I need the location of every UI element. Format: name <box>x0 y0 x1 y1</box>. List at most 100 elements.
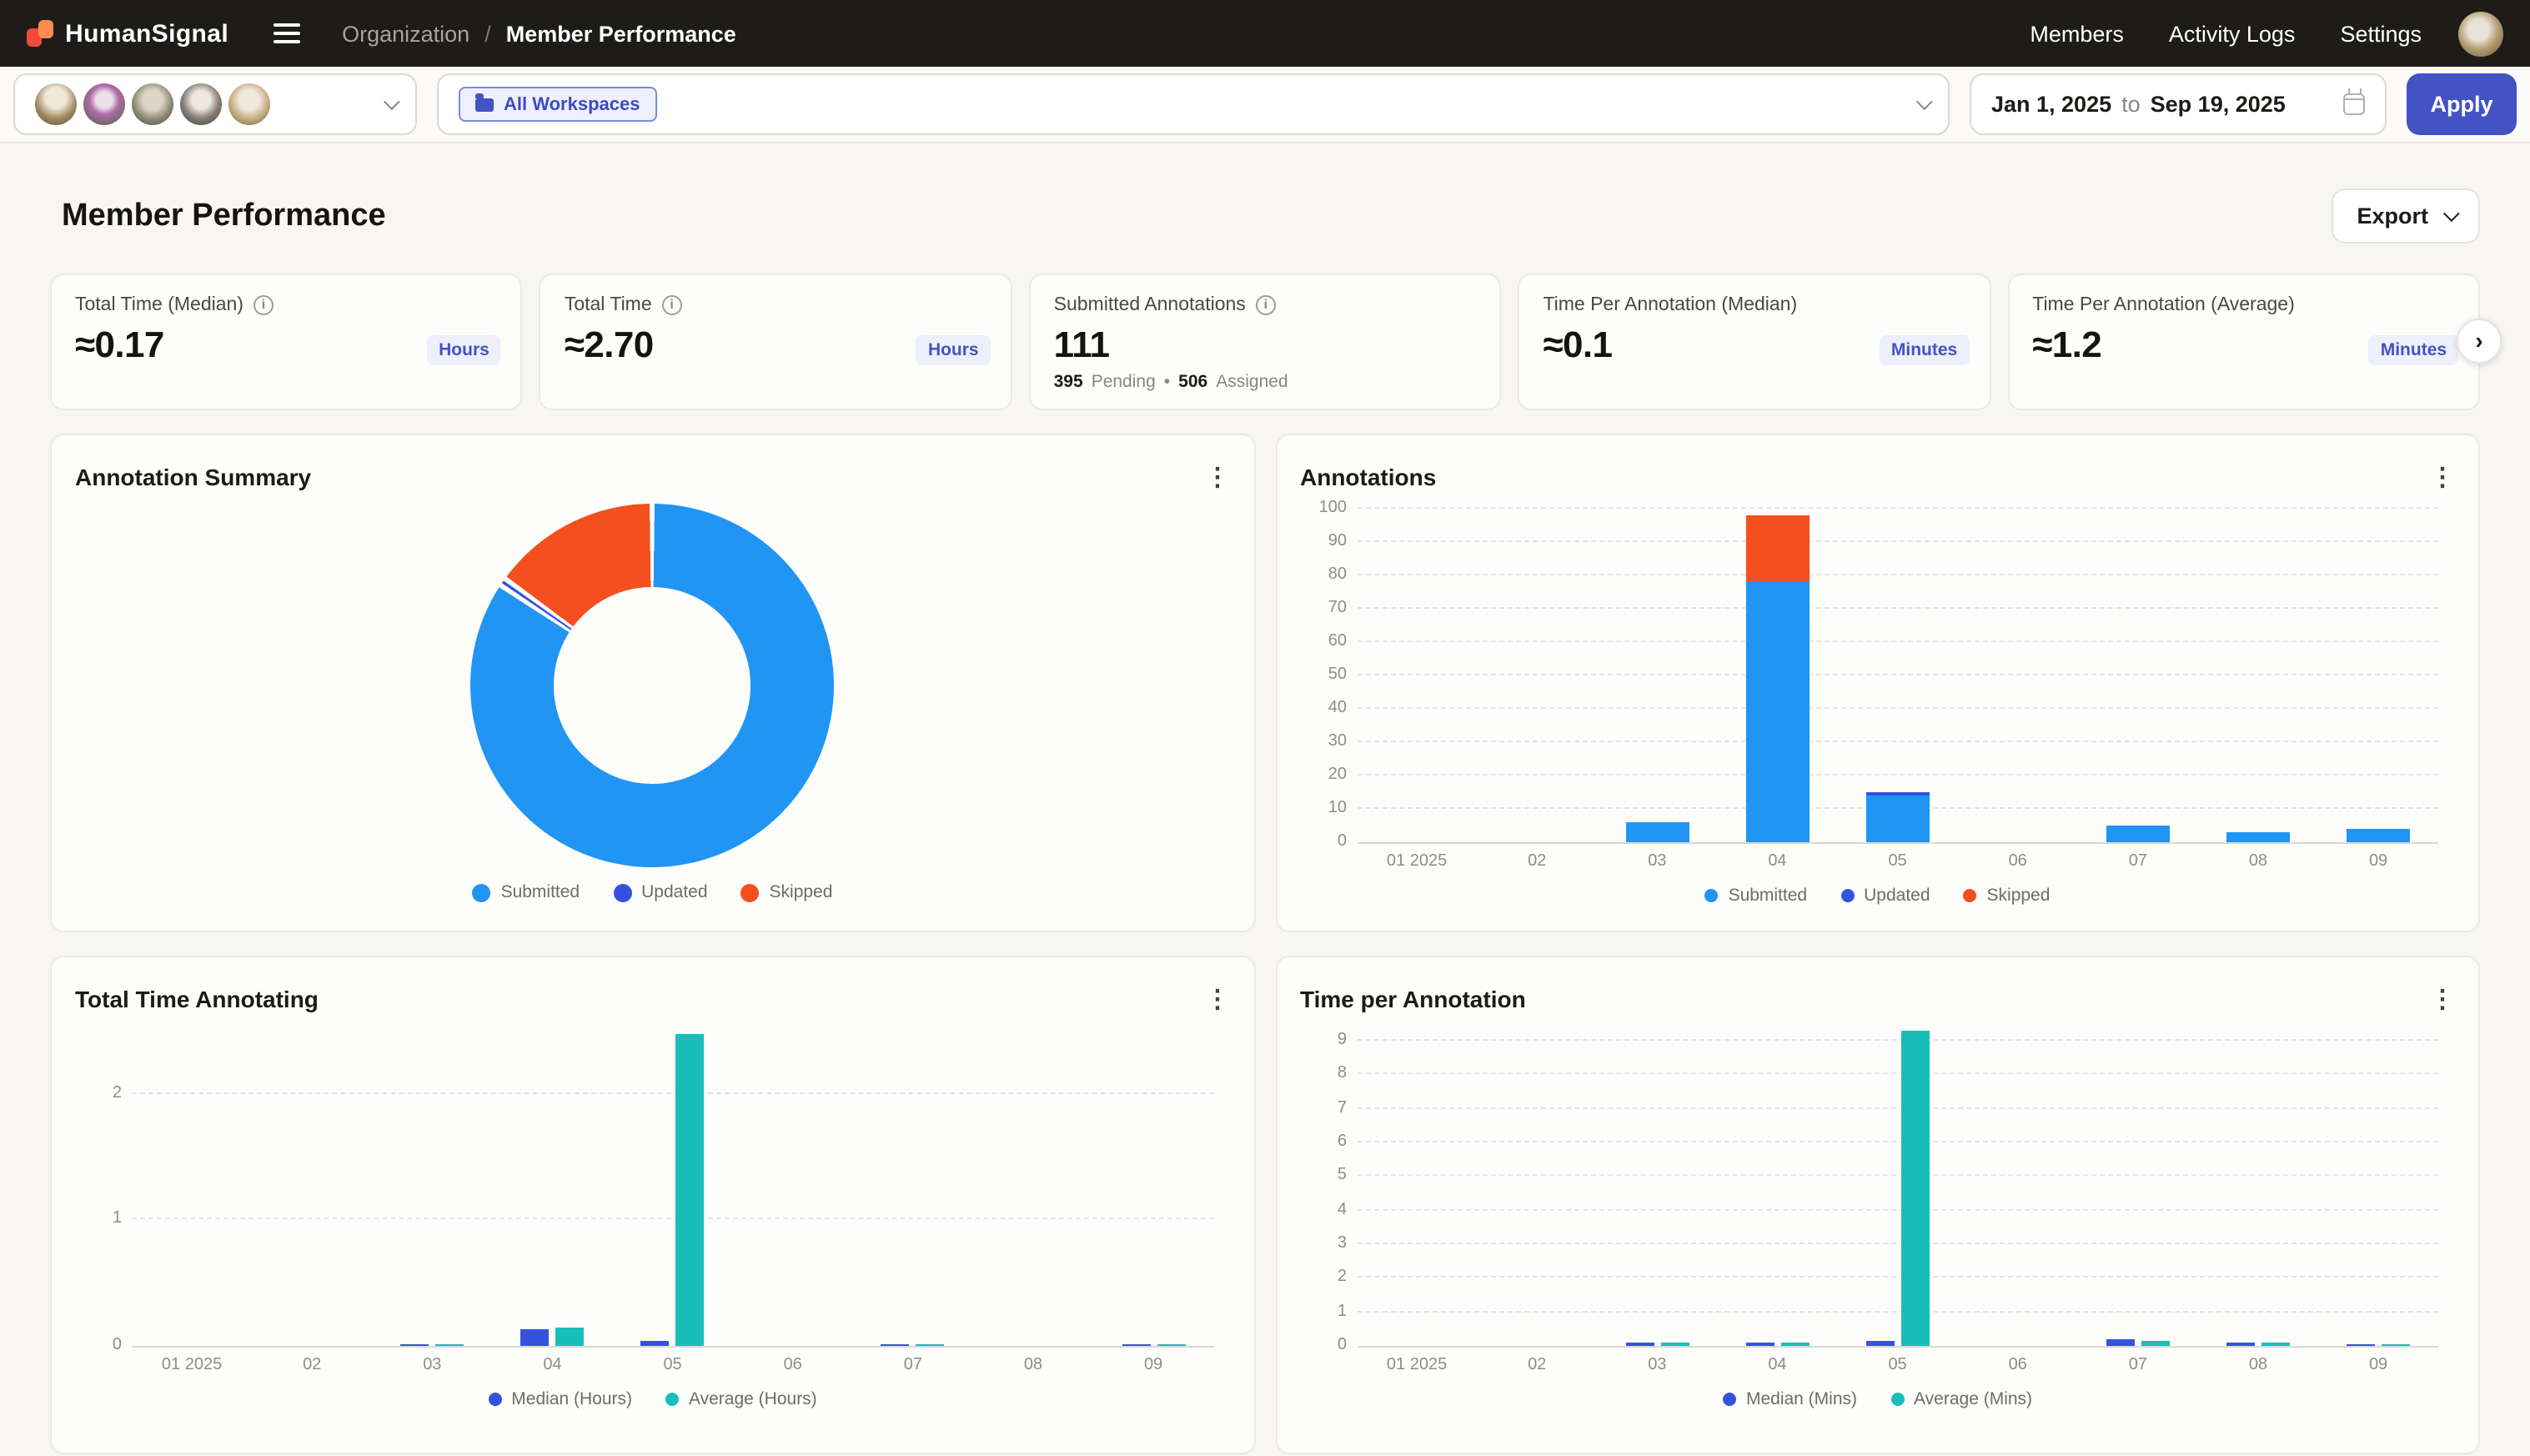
legend-item-submitted[interactable]: Submitted <box>1705 886 1808 906</box>
bar-median-mins <box>2347 1344 2375 1346</box>
bar-slots <box>1357 509 2438 842</box>
x-axis-label: 06 <box>733 1356 853 1374</box>
info-icon[interactable]: i <box>662 295 682 315</box>
chart-plot: 0102030405060708090100 <box>1357 509 2438 844</box>
nav-item-settings[interactable]: Settings <box>2340 21 2422 46</box>
x-axis-label: 04 <box>1717 852 1837 871</box>
breadcrumb-page: Member Performance <box>506 21 736 46</box>
y-axis-label: 0 <box>1300 1338 1347 1354</box>
bar-slot <box>1597 1031 1717 1346</box>
stat-card-value: 111 <box>1054 324 1477 367</box>
donut-chart <box>471 504 835 867</box>
bar-slots <box>132 1031 1213 1346</box>
bar-slot <box>2078 1031 2198 1346</box>
folder-icon <box>475 98 494 111</box>
nav-item-activity-logs[interactable]: Activity Logs <box>2169 21 2296 46</box>
stat-card-time-per-annotation-average: Time Per Annotation (Average)≈1.2Minutes <box>2007 274 2480 410</box>
legend-label: Submitted <box>501 882 580 902</box>
bar-slot <box>1477 1031 1597 1346</box>
legend-item-average-mins[interactable]: Average (Mins) <box>1890 1389 2032 1409</box>
x-axis-label: 09 <box>1093 1356 1213 1374</box>
y-axis-label: 2 <box>1300 1270 1347 1287</box>
stat-card-title-row: Time Per Annotation (Average) <box>2032 295 2455 315</box>
legend-item-skipped[interactable]: Skipped <box>1964 886 2051 906</box>
bar-slot <box>1958 509 2078 842</box>
legend-label: Median (Hours) <box>511 1389 632 1409</box>
member-avatar <box>83 83 125 125</box>
kebab-menu-icon[interactable]: ⋮ <box>2430 987 2455 1012</box>
y-axis-label: 0 <box>1300 834 1347 851</box>
bar-stack <box>1625 509 1689 842</box>
bar-slot <box>1838 1031 1958 1346</box>
logo-orange-square <box>38 20 53 38</box>
x-axis-label: 01 2025 <box>132 1356 252 1374</box>
bar-slot <box>973 1031 1093 1346</box>
bar-slot <box>132 1031 252 1346</box>
user-avatar[interactable] <box>2458 11 2503 56</box>
members-filter-select[interactable] <box>13 73 417 135</box>
humansignal-logo[interactable]: HumanSignal <box>27 19 228 48</box>
bar-segment-submitted <box>2347 829 2410 842</box>
nav-item-members[interactable]: Members <box>2030 21 2124 46</box>
legend-item-updated[interactable]: Updated <box>1840 886 1930 906</box>
legend-item-updated[interactable]: Updated <box>613 882 707 902</box>
stat-footer-part: Assigned <box>1216 372 1288 392</box>
all-workspaces-chip[interactable]: All Workspaces <box>459 87 656 122</box>
bar-slot <box>1597 509 1717 842</box>
bar-slot <box>1357 1031 1477 1346</box>
stat-footer-part: Pending <box>1092 372 1156 392</box>
stat-card-unit-badge: Minutes <box>2369 335 2458 365</box>
bar-stack <box>2226 509 2290 842</box>
charts-grid: Annotation Summary ⋮ SubmittedUpdatedSki… <box>0 410 2530 1454</box>
date-range-input[interactable]: Jan 1, 2025 to Sep 19, 2025 <box>1970 73 2387 135</box>
bar-stack <box>1505 509 1569 842</box>
stat-card-time-per-annotation-median: Time Per Annotation (Median)≈0.1Minutes <box>1518 274 1990 410</box>
legend-item-median-mins[interactable]: Median (Mins) <box>1723 1389 1857 1409</box>
legend-item-submitted[interactable]: Submitted <box>473 882 580 902</box>
kebab-menu-icon[interactable]: ⋮ <box>2430 464 2455 490</box>
x-axis-label: 02 <box>1477 852 1597 871</box>
y-axis-label: 2 <box>75 1086 122 1102</box>
apply-button[interactable]: Apply <box>2407 73 2517 135</box>
bar-slot <box>252 1031 372 1346</box>
info-icon[interactable]: i <box>254 295 274 315</box>
bar-slot <box>1357 509 1477 842</box>
y-axis-label: 60 <box>1300 634 1347 650</box>
stat-card-title: Total Time <box>565 295 652 315</box>
y-axis-label: 6 <box>1300 1134 1347 1151</box>
x-axis-label: 03 <box>1597 852 1717 871</box>
legend-item-median-hours[interactable]: Median (Hours) <box>488 1389 632 1409</box>
kebab-menu-icon[interactable]: ⋮ <box>1205 987 1230 1012</box>
stat-cards-next-button[interactable]: › <box>2457 319 2502 364</box>
bar-median-mins <box>1625 1342 1654 1346</box>
bar-stack <box>1866 509 1930 842</box>
breadcrumb-organization[interactable]: Organization <box>342 21 469 46</box>
x-axis-label: 03 <box>372 1356 492 1374</box>
legend-label: Average (Mins) <box>1914 1389 2032 1409</box>
export-button[interactable]: Export <box>2332 188 2480 244</box>
date-to: Sep 19, 2025 <box>2151 92 2286 117</box>
bar-median-mins <box>1866 1340 1895 1346</box>
stat-card-total-time-median: Total Time (Median)i≈0.17Hours <box>50 274 523 410</box>
x-axis-label: 09 <box>2318 852 2438 871</box>
stat-card-submitted-annotations: Submitted Annotationsi111395Pending•506A… <box>1029 274 1502 410</box>
time-per-annotation-card: Time per Annotation ⋮ 012345678901 20250… <box>1275 956 2480 1454</box>
y-axis-label: 8 <box>1300 1067 1347 1083</box>
legend-item-skipped[interactable]: Skipped <box>741 882 833 902</box>
kebab-menu-icon[interactable]: ⋮ <box>1205 464 1230 490</box>
workspaces-filter-select[interactable]: All Workspaces <box>437 73 1950 135</box>
time-per-annotation-chart: 012345678901 20250203040506070809Median … <box>1300 1031 2455 1409</box>
legend-dot <box>665 1393 679 1406</box>
calendar-icon[interactable] <box>2343 93 2365 115</box>
info-icon[interactable]: i <box>1256 295 1276 315</box>
member-filter-avatars <box>35 83 277 125</box>
bar-average-mins <box>1901 1031 1930 1346</box>
bar-median-mins <box>2106 1340 2135 1346</box>
hamburger-menu-icon[interactable] <box>274 23 300 43</box>
legend-item-average-hours[interactable]: Average (Hours) <box>665 1389 817 1409</box>
breadcrumb: Organization / Member Performance <box>342 21 736 46</box>
x-axis-label: 04 <box>492 1356 612 1374</box>
bar-slot <box>1477 509 1597 842</box>
stat-cards-row: Total Time (Median)i≈0.17Hours Total Time… <box>0 274 2530 410</box>
stat-footer-part: • <box>1164 372 1170 392</box>
